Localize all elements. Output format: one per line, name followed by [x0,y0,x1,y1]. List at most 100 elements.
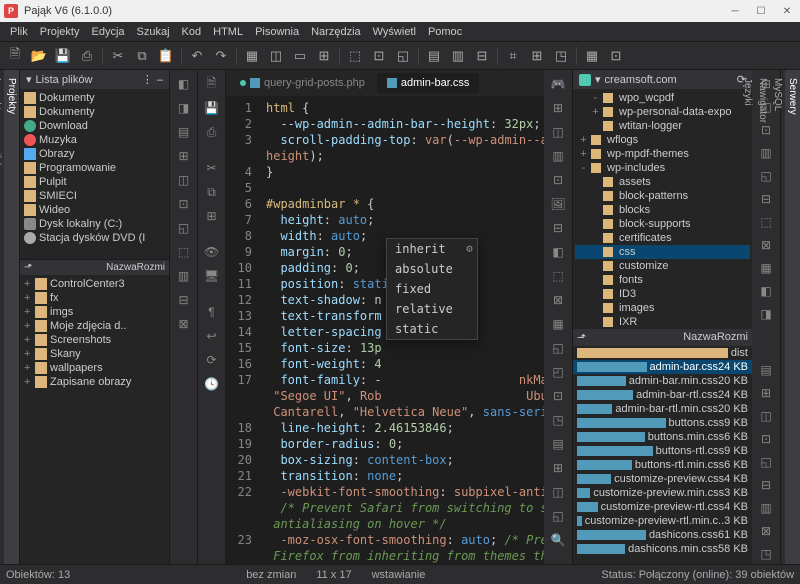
tool-icon[interactable]: ⊡ [174,194,194,214]
tool-icon[interactable]: ▦ [548,314,568,334]
image-icon[interactable]: 🖼 [548,194,568,214]
tool-icon[interactable]: ⊞ [526,45,548,67]
file-row[interactable]: customize-preview.min.css3 KB [573,486,752,500]
server-folder[interactable]: blocks [575,203,750,217]
tree-row[interactable]: +Zapisane obrazy [22,375,167,389]
autocomplete-item[interactable]: fixed [387,279,477,299]
tool-icon[interactable]: ⊠ [548,290,568,310]
tool-icon[interactable]: ◱ [392,45,414,67]
gear-icon[interactable]: ⚙ [466,241,473,257]
file-row[interactable]: buttons-rtl.min.css6 KB [573,458,752,472]
file-row[interactable]: customize-preview.css4 KB [573,472,752,486]
tool-icon[interactable]: ◨ [174,98,194,118]
autocomplete-item[interactable]: absolute [387,259,477,279]
tree-row[interactable]: +wallpapers [22,361,167,375]
pilcrow-icon[interactable]: ¶ [202,302,222,322]
editor-tab[interactable]: admin-bar.css [377,73,479,93]
gamepad-icon[interactable]: 🎮 [548,74,568,94]
autocomplete-item[interactable]: relative [387,299,477,319]
col-name[interactable]: Nazwa [106,262,137,273]
undo-icon[interactable]: ↶ [186,45,208,67]
server-folder[interactable]: +wp-personal-data-expo [575,105,750,119]
maximize-button[interactable]: ☐ [752,2,770,20]
cut-icon[interactable]: ✂ [107,45,129,67]
server-folder[interactable]: +wp-mpdf-themes [575,147,750,161]
copy-icon[interactable]: ⧉ [202,182,222,202]
tree-row[interactable]: Wideo [22,203,167,217]
copy-icon[interactable]: ⧉ [131,45,153,67]
tool-icon[interactable]: ⊟ [548,218,568,238]
tool-icon[interactable]: ◰ [548,362,568,382]
server-folder[interactable]: wtitan-logger [575,119,750,133]
paste-icon[interactable]: ⊞ [202,206,222,226]
autocomplete-item[interactable]: static [387,319,477,339]
menu-pomoc[interactable]: Pomoc [424,25,466,39]
tool-icon[interactable]: ⊡ [548,386,568,406]
server-name[interactable]: creamsoft.com [605,74,677,86]
col-size[interactable]: Rozmi [137,262,165,273]
tool-icon[interactable]: ▥ [548,146,568,166]
tree-row[interactable]: Pulpit [22,175,167,189]
server-folder[interactable]: images [575,301,750,315]
tool-icon[interactable]: ▤ [423,45,445,67]
vtab-r-1[interactable]: MySQL [770,70,785,564]
file-row[interactable]: admin-bar-rtl.css24 KB [573,388,752,402]
wrap-icon[interactable]: ↩ [202,326,222,346]
autocomplete-item[interactable]: inherit [387,239,477,259]
server-folder[interactable]: block-supports [575,217,750,231]
tree-row[interactable]: +Moje zdjęcia d.. [22,319,167,333]
tool-icon[interactable]: ⊞ [548,98,568,118]
file-row[interactable]: customize-preview-rtl.min.c..3 KB [573,514,752,528]
vtab-r-2[interactable]: Nawigator [755,70,770,564]
tool-icon[interactable]: ⊞ [174,146,194,166]
tree-row[interactable]: Programowanie [22,161,167,175]
tool-icon[interactable]: ▦ [581,45,603,67]
tool-icon[interactable]: ⊡ [548,170,568,190]
tool-icon[interactable]: ◫ [548,482,568,502]
tool-icon[interactable]: ◳ [550,45,572,67]
file-row[interactable]: dist [573,346,752,360]
tool-icon[interactable]: ◱ [548,506,568,526]
tool-icon[interactable]: ⊟ [471,45,493,67]
monitor-icon[interactable]: 🖥 [202,266,222,286]
print-icon[interactable]: ⎙ [202,122,222,142]
tree-row[interactable]: Muzyka [22,133,167,147]
file-row[interactable]: customize-preview-rtl.css4 KB [573,500,752,514]
tree-row[interactable]: Dokumenty [22,105,167,119]
editor-tab[interactable]: query-grid-posts.php [230,73,375,93]
tool-icon[interactable]: ◫ [548,122,568,142]
menu-kod[interactable]: Kod [178,25,206,39]
up-icon[interactable]: ⬏ [24,262,102,273]
minimize-button[interactable]: ─ [726,2,744,20]
vtab-r-0[interactable]: Serwery [785,70,800,564]
menu-narzędzia[interactable]: Narzędzia [307,25,365,39]
server-folder[interactable]: IXR [575,315,750,329]
tool-icon[interactable]: ⬚ [548,266,568,286]
tool-icon[interactable]: ⊟ [174,290,194,310]
tool-icon[interactable]: ▤ [548,434,568,454]
paste-icon[interactable]: 📋 [155,45,177,67]
cut-icon[interactable]: ✂ [202,158,222,178]
chevron-down-icon[interactable]: ▾ [595,73,601,86]
server-folder[interactable]: block-patterns [575,189,750,203]
tool-icon[interactable]: ▭ [289,45,311,67]
file-row[interactable]: admin-bar.min.css20 KB [573,374,752,388]
server-folder[interactable]: +wflogs [575,133,750,147]
tool-icon[interactable]: ◧ [548,242,568,262]
file-row[interactable]: admin-bar.css24 KB [573,360,752,374]
tool-icon[interactable]: ◧ [174,74,194,94]
vtab-r-3[interactable]: Języki [740,70,755,564]
menu-pisownia[interactable]: Pisownia [251,25,303,39]
menu-projekty[interactable]: Projekty [36,25,84,39]
vtab-0[interactable]: Projekty [4,70,19,564]
server-folder[interactable]: css [575,245,750,259]
tool-icon[interactable]: ◫ [265,45,287,67]
tree-row[interactable]: +imgs [22,305,167,319]
tool-icon[interactable]: ◱ [548,338,568,358]
server-folder[interactable]: ID3 [575,287,750,301]
tree-row[interactable]: +Screenshots [22,333,167,347]
tool-icon[interactable]: ▦ [241,45,263,67]
tool-icon[interactable]: ◳ [548,410,568,430]
tree-row[interactable]: Download [22,119,167,133]
up-icon[interactable]: ⬏ [577,331,679,344]
